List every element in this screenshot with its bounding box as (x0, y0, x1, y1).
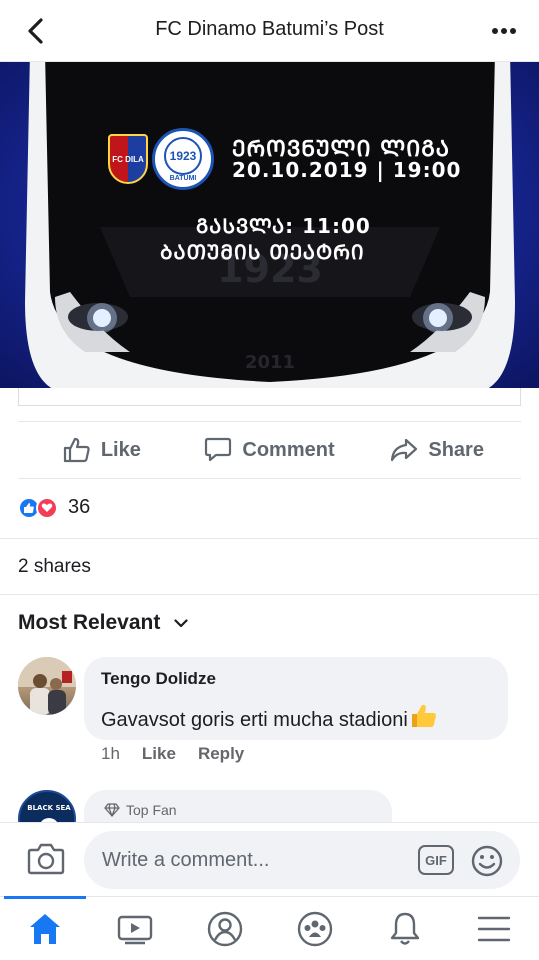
tab-notifications[interactable] (385, 909, 425, 949)
thumbs-up-emoji-icon (411, 704, 436, 727)
comment-reply-button[interactable]: Reply (198, 744, 244, 764)
image-text-datetime: 20.10.2019 | 19:00 (232, 158, 462, 182)
diamond-icon (104, 803, 120, 817)
page-title: FC Dinamo Batumi’s Post (155, 18, 384, 40)
bell-icon (390, 912, 420, 945)
share-label: Share (428, 438, 484, 461)
comment-author[interactable]: Tengo Dolidze (101, 669, 216, 689)
top-fan-badge: Top Fan (104, 802, 177, 818)
comment-label: Comment (242, 438, 335, 461)
divider (0, 594, 539, 595)
reaction-summary[interactable]: 36 (18, 496, 90, 519)
avatar-photo (18, 657, 76, 715)
comment-button[interactable]: Comment (186, 437, 354, 463)
chevron-down-icon (174, 618, 188, 627)
tab-groups[interactable] (295, 909, 335, 949)
share-icon (391, 438, 418, 462)
shares-count[interactable]: 2 shares (18, 556, 91, 578)
post-image[interactable]: 1923 2011 FC DILA 1923 BATUMI ᲔᲠᲝᲕᲜᲣᲚᲘ Ლ… (0, 62, 539, 388)
emoji-button[interactable] (470, 844, 504, 878)
svg-text:BLACK SEA: BLACK SEA (27, 804, 71, 812)
tab-home[interactable] (25, 909, 65, 949)
profile-icon (207, 911, 243, 947)
gif-button[interactable]: GIF (418, 845, 454, 875)
like-button[interactable]: Like (18, 437, 186, 463)
top-fan-label: Top Fan (126, 802, 177, 818)
thumbs-up-icon (63, 437, 90, 463)
comment-icon (205, 437, 232, 462)
divider (0, 538, 539, 539)
video-icon (117, 915, 153, 945)
post-header: FC Dinamo Batumi’s Post (0, 0, 539, 62)
reaction-count: 36 (68, 496, 91, 518)
camera-button[interactable] (26, 841, 66, 877)
share-button[interactable]: Share (353, 437, 521, 463)
club-logos: FC DILA 1923 BATUMI (108, 128, 214, 190)
image-text-venue: ᲑᲐᲗᲣᲛᲘᲡ ᲗᲔᲐᲢᲠᲘ (160, 240, 365, 264)
tab-watch[interactable] (115, 909, 155, 949)
active-tab-indicator (4, 896, 86, 899)
more-dots-icon (492, 28, 516, 34)
like-label: Like (100, 438, 141, 461)
bus-plate: 2011 (245, 352, 295, 373)
groups-icon (297, 911, 333, 947)
bottom-tab-bar (0, 896, 539, 960)
avatar[interactable] (18, 657, 76, 715)
love-reaction-icon (36, 496, 58, 519)
logo-b-text: BATUMI (169, 174, 197, 182)
tab-menu[interactable] (474, 909, 514, 949)
comment-input[interactable] (84, 831, 520, 889)
comment-like-button[interactable]: Like (142, 744, 176, 764)
home-icon (30, 914, 60, 944)
comment-time: 1h (101, 744, 120, 763)
post-action-bar: Like Comment Share (18, 421, 521, 479)
comment-composer: GIF (0, 822, 539, 896)
logo-b-year: 1923 (164, 136, 202, 175)
image-text-departure: ᲒᲐᲡᲕᲚᲐ: 11:00 (196, 214, 371, 238)
dila-logo: FC DILA (108, 134, 148, 184)
camera-icon (27, 843, 65, 875)
hamburger-menu-icon (477, 916, 511, 942)
comment-meta: 1h Like Reply (101, 744, 244, 764)
more-options-button[interactable] (487, 14, 521, 48)
comment-text: Gavavsot goris erti mucha stadioni (101, 703, 438, 732)
comment-sort-dropdown[interactable]: Most Relevant (18, 611, 188, 635)
smiley-icon (471, 845, 503, 877)
tab-profile[interactable] (205, 909, 245, 949)
sort-label: Most Relevant (18, 611, 161, 634)
link-card-bottom (18, 388, 521, 406)
dinamo-batumi-logo: 1923 BATUMI (152, 128, 214, 190)
